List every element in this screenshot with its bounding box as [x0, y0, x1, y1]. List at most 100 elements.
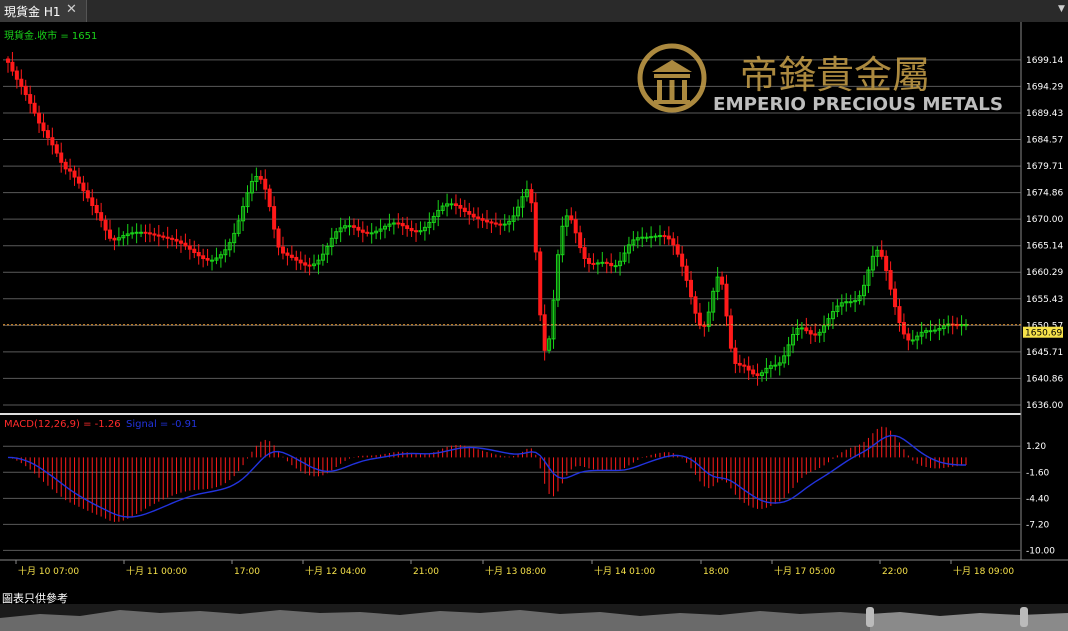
candle-up [640, 236, 645, 239]
candle-down [59, 152, 64, 163]
candle-down [697, 312, 702, 326]
candle-down [28, 94, 33, 104]
candle-down [72, 170, 77, 178]
candle-down [578, 232, 583, 249]
candle-down [453, 203, 458, 207]
candle-down [702, 324, 707, 327]
price-tick-label: 1679.71 [1026, 162, 1063, 172]
candle-down [192, 248, 197, 254]
candle-down [85, 190, 90, 199]
candle-down [289, 254, 294, 258]
candle-up [449, 203, 454, 206]
time-tick-label: 十月 10 07:00 [18, 565, 79, 577]
candle-down [258, 176, 263, 180]
price-tick-label: 1655.43 [1026, 295, 1063, 305]
candle-down [804, 327, 809, 332]
time-tick-label: 18:00 [703, 567, 729, 577]
chevron-down-icon[interactable]: ▼ [1058, 4, 1065, 14]
candle-down [573, 219, 578, 234]
candle-down [755, 373, 760, 376]
chart-tab[interactable]: 現貨金 H1 ✕ [0, 0, 87, 22]
candle-up [347, 225, 352, 228]
signal-legend: Signal = -0.91 [126, 419, 197, 430]
candle-down [23, 85, 28, 96]
candle-down [365, 231, 370, 234]
candle-down [742, 364, 747, 367]
chart-scrollbar[interactable] [0, 604, 1068, 631]
candle-down [81, 182, 86, 192]
candle-down [351, 225, 356, 228]
candle-down [893, 288, 898, 308]
candle-up [369, 232, 374, 235]
candle-down [356, 226, 361, 231]
candle-down [462, 207, 467, 213]
time-tick-label: 22:00 [882, 567, 908, 577]
candle-down [298, 259, 303, 264]
candle-up [613, 265, 618, 268]
price-tick-label: 1694.29 [1026, 82, 1063, 92]
time-tick-label: 十月 12 04:00 [305, 565, 366, 577]
candle-down [485, 219, 489, 223]
candle-down [666, 235, 671, 240]
price-tick-label: 1660.29 [1026, 268, 1063, 278]
macd-tick-label: -7.20 [1026, 520, 1050, 530]
candle-down [733, 347, 738, 364]
candle-down [112, 237, 117, 241]
candle-down [498, 223, 503, 226]
candle-down [183, 242, 188, 247]
price-tick-label: 1645.71 [1026, 348, 1063, 358]
candle-down [156, 234, 161, 237]
macd-panel [7, 426, 967, 522]
time-tick-label: 十月 14 01:00 [594, 565, 655, 577]
candle-up [928, 330, 933, 333]
macd-legend: MACD(12,26,9) = -1.26 [4, 419, 121, 430]
candle-down [303, 262, 308, 266]
candle-down [103, 219, 108, 231]
price-tick-label: 1640.86 [1026, 374, 1063, 384]
price-tick-label: 1665.14 [1026, 242, 1063, 252]
scroll-handle-right[interactable] [1020, 607, 1028, 627]
candle-up [502, 223, 507, 226]
price-tick-label: 1689.43 [1026, 109, 1063, 119]
macd-tick-label: -4.40 [1026, 494, 1050, 504]
last-price-label: 1650.69 [1025, 329, 1062, 339]
candle-down [99, 212, 104, 221]
time-tick-label: 十月 17 05:00 [774, 565, 835, 577]
candle-down [728, 315, 733, 349]
close-icon[interactable]: ✕ [66, 2, 77, 17]
price-tick-label: 1636.00 [1026, 401, 1063, 411]
candle-down [414, 230, 419, 233]
candle-up [910, 339, 915, 342]
time-tick-label: 21:00 [413, 567, 439, 577]
price-tick-label: 1684.57 [1026, 136, 1063, 146]
scroll-handle-left[interactable] [866, 607, 874, 627]
candle-down [542, 314, 547, 351]
candle-down [307, 264, 312, 267]
candle-down [587, 258, 592, 264]
candle-down [19, 78, 24, 87]
candle-down [196, 252, 201, 257]
candle-down [879, 249, 884, 257]
candle-down [480, 218, 485, 221]
brand-chinese: 帝鋒貴金屬 [740, 53, 930, 97]
candle-down [170, 237, 175, 240]
chart-area[interactable]: 1699.14 1694.29 1689.43 1684.57 1679.71 1674.… [0, 22, 1068, 604]
candle-down [609, 262, 614, 267]
candle-down [746, 365, 751, 371]
candle-down [6, 58, 10, 63]
candle-down [161, 235, 166, 238]
candle-down [37, 112, 42, 124]
candle-down [50, 137, 55, 146]
candle-down [14, 70, 19, 80]
candle-down [737, 362, 742, 366]
macd-tick-label: -10.00 [1026, 546, 1055, 556]
candle-down [662, 235, 667, 238]
candle-down [276, 228, 281, 248]
candle-down [400, 223, 405, 227]
chart-tab-label: 現貨金 H1 [4, 5, 61, 19]
candle-down [680, 253, 685, 267]
candle-down [280, 246, 285, 254]
candle-down [808, 330, 813, 335]
candle-down [476, 216, 481, 220]
candle-down [68, 168, 73, 172]
